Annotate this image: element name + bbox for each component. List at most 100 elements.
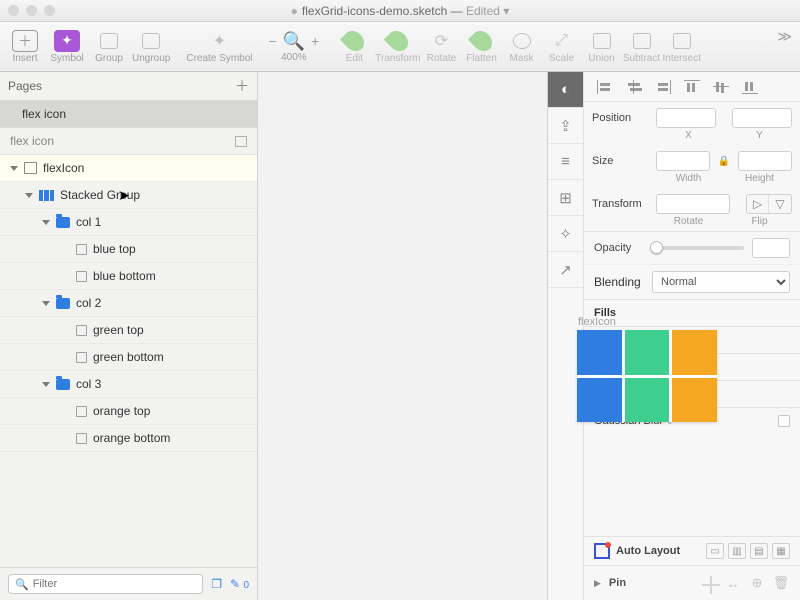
rect-green-bottom[interactable] bbox=[625, 378, 670, 423]
al-stack-v-icon[interactable]: ▤ bbox=[750, 543, 768, 559]
flip-control[interactable]: ▷▽ bbox=[746, 194, 792, 214]
intersect-button[interactable]: Intersect bbox=[663, 25, 701, 69]
union-button[interactable]: Union bbox=[583, 25, 621, 69]
align-top-icon[interactable] bbox=[684, 80, 700, 94]
pin-center-icon[interactable]: ⊕ bbox=[748, 574, 766, 592]
al-stack-h-icon[interactable]: ▥ bbox=[728, 543, 746, 559]
transform-button[interactable]: Transform bbox=[375, 25, 420, 69]
artboard-header[interactable]: flex icon bbox=[0, 128, 257, 155]
align-center-icon[interactable] bbox=[626, 80, 642, 94]
rect-blue-bottom[interactable] bbox=[577, 378, 622, 423]
symbol-button[interactable]: ✦Symbol bbox=[48, 25, 86, 69]
window-filename: flexGrid-icons-demo.sketch bbox=[302, 4, 447, 18]
artboard[interactable] bbox=[577, 330, 717, 422]
ungroup-button[interactable]: Ungroup bbox=[132, 25, 170, 69]
layer-folder[interactable]: col 3 bbox=[0, 371, 257, 398]
layer-slice-icon[interactable]: ✎ 0 bbox=[230, 577, 249, 591]
align-left-icon[interactable] bbox=[597, 80, 613, 94]
mask-button[interactable]: Mask bbox=[503, 25, 541, 69]
al-folder-icon[interactable]: ▭ bbox=[706, 543, 724, 559]
disclosure-icon[interactable] bbox=[42, 382, 50, 387]
toolbar-overflow-icon[interactable]: ≫ bbox=[777, 28, 792, 45]
align-middle-icon[interactable] bbox=[713, 80, 729, 94]
window-titlebar: ●flexGrid-icons-demo.sketch — Edited ▾ bbox=[0, 0, 800, 22]
layer-shape[interactable]: green bottom bbox=[0, 344, 257, 371]
subtract-button[interactable]: Subtract bbox=[623, 25, 661, 69]
canvas[interactable]: flexIcon bbox=[258, 72, 547, 600]
layer-folder[interactable]: col 1 bbox=[0, 209, 257, 236]
tab-symbol[interactable]: ✧ bbox=[548, 216, 583, 252]
disclosure-icon[interactable]: ▶ bbox=[594, 578, 601, 589]
window-state: Edited bbox=[466, 4, 500, 18]
rectangle-icon bbox=[76, 244, 87, 255]
flatten-button[interactable]: Flatten bbox=[463, 25, 501, 69]
auto-layout-section: Auto Layout ▭ ▥ ▤ ▦ bbox=[584, 536, 800, 565]
lock-icon[interactable]: 🔒 bbox=[716, 156, 732, 167]
rotate-button[interactable]: ⟳Rotate bbox=[423, 25, 461, 69]
rectangle-icon bbox=[76, 352, 87, 363]
disclosure-icon[interactable] bbox=[10, 166, 18, 171]
tab-align[interactable]: ≡ bbox=[548, 144, 583, 180]
disclosure-icon[interactable] bbox=[42, 301, 50, 306]
opacity-input[interactable] bbox=[752, 238, 790, 258]
width-input[interactable] bbox=[656, 151, 710, 171]
rectangle-icon bbox=[76, 406, 87, 417]
rect-blue-top[interactable] bbox=[577, 330, 622, 375]
pin-width-icon[interactable]: ↔ bbox=[724, 574, 742, 592]
artboard-icon bbox=[235, 136, 247, 147]
pages-header: Pages ＋ bbox=[0, 72, 257, 101]
layer-shape[interactable]: blue top bbox=[0, 236, 257, 263]
folder-icon bbox=[56, 379, 70, 390]
zoom-control[interactable]: −🔍+ 400% bbox=[269, 31, 320, 63]
rect-orange-bottom[interactable] bbox=[672, 378, 717, 423]
height-input[interactable] bbox=[738, 151, 792, 171]
layer-copy-icon[interactable]: ❐ bbox=[211, 577, 222, 591]
left-panel: Pages ＋ flex icon flex icon flexIcon Sta… bbox=[0, 72, 258, 600]
pin-edges-icon[interactable] bbox=[700, 574, 718, 592]
insert-button[interactable]: ＋Insert bbox=[6, 25, 44, 69]
layer-filter-bar: 🔍 ❐ ✎ 0 bbox=[0, 567, 257, 600]
layer-stacked-group[interactable]: Stacked Group bbox=[0, 182, 257, 209]
pin-trash-icon[interactable]: 🗑 bbox=[772, 574, 790, 592]
alignment-controls bbox=[584, 72, 800, 102]
distribute-icon[interactable] bbox=[771, 80, 787, 94]
align-bottom-icon[interactable] bbox=[742, 80, 758, 94]
blur-checkbox[interactable] bbox=[778, 415, 790, 427]
flip-h-icon: ▷ bbox=[747, 195, 769, 213]
disclosure-icon[interactable] bbox=[25, 193, 33, 198]
stacked-group-icon bbox=[39, 190, 54, 201]
rotate-input[interactable] bbox=[656, 194, 730, 214]
artboard-icon bbox=[24, 162, 37, 174]
opacity-slider[interactable] bbox=[652, 246, 744, 250]
layer-artboard[interactable]: flexIcon bbox=[0, 155, 257, 182]
tab-export[interactable]: ⇪ bbox=[548, 108, 583, 144]
rect-green-top[interactable] bbox=[625, 330, 670, 375]
al-grid-icon[interactable]: ▦ bbox=[772, 543, 790, 559]
rect-orange-top[interactable] bbox=[672, 330, 717, 375]
layer-folder[interactable]: col 2 bbox=[0, 290, 257, 317]
position-y-input[interactable] bbox=[732, 108, 792, 128]
tab-style[interactable]: ◐ bbox=[548, 72, 583, 108]
position-x-input[interactable] bbox=[656, 108, 716, 128]
folder-icon bbox=[56, 298, 70, 309]
page-row[interactable]: flex icon bbox=[0, 101, 257, 128]
fills-section[interactable]: Fills bbox=[584, 299, 800, 326]
layer-shape[interactable]: orange bottom bbox=[0, 425, 257, 452]
blend-mode-select[interactable]: Normal bbox=[652, 271, 790, 293]
tab-grid[interactable]: ⊞ bbox=[548, 180, 583, 216]
scale-button[interactable]: ⤢Scale bbox=[543, 25, 581, 69]
artboard-label[interactable]: flexIcon bbox=[578, 316, 616, 328]
layer-shape[interactable]: green top bbox=[0, 317, 257, 344]
layer-list: flexIcon Stacked Group ➤ col 1 blue top … bbox=[0, 155, 257, 567]
filter-input[interactable]: 🔍 bbox=[8, 574, 203, 594]
disclosure-icon[interactable] bbox=[42, 220, 50, 225]
create-symbol-button[interactable]: ✦Create Symbol bbox=[186, 25, 252, 69]
layer-shape[interactable]: blue bottom bbox=[0, 263, 257, 290]
add-page-button[interactable]: ＋ bbox=[235, 76, 249, 96]
tab-prototype[interactable]: ↗ bbox=[548, 252, 583, 288]
layer-shape[interactable]: orange top bbox=[0, 398, 257, 425]
edit-button[interactable]: Edit bbox=[335, 25, 373, 69]
group-button[interactable]: Group bbox=[90, 25, 128, 69]
pin-section[interactable]: ▶ Pin ↔ ⊕ 🗑 bbox=[584, 565, 800, 600]
align-right-icon[interactable] bbox=[655, 80, 671, 94]
